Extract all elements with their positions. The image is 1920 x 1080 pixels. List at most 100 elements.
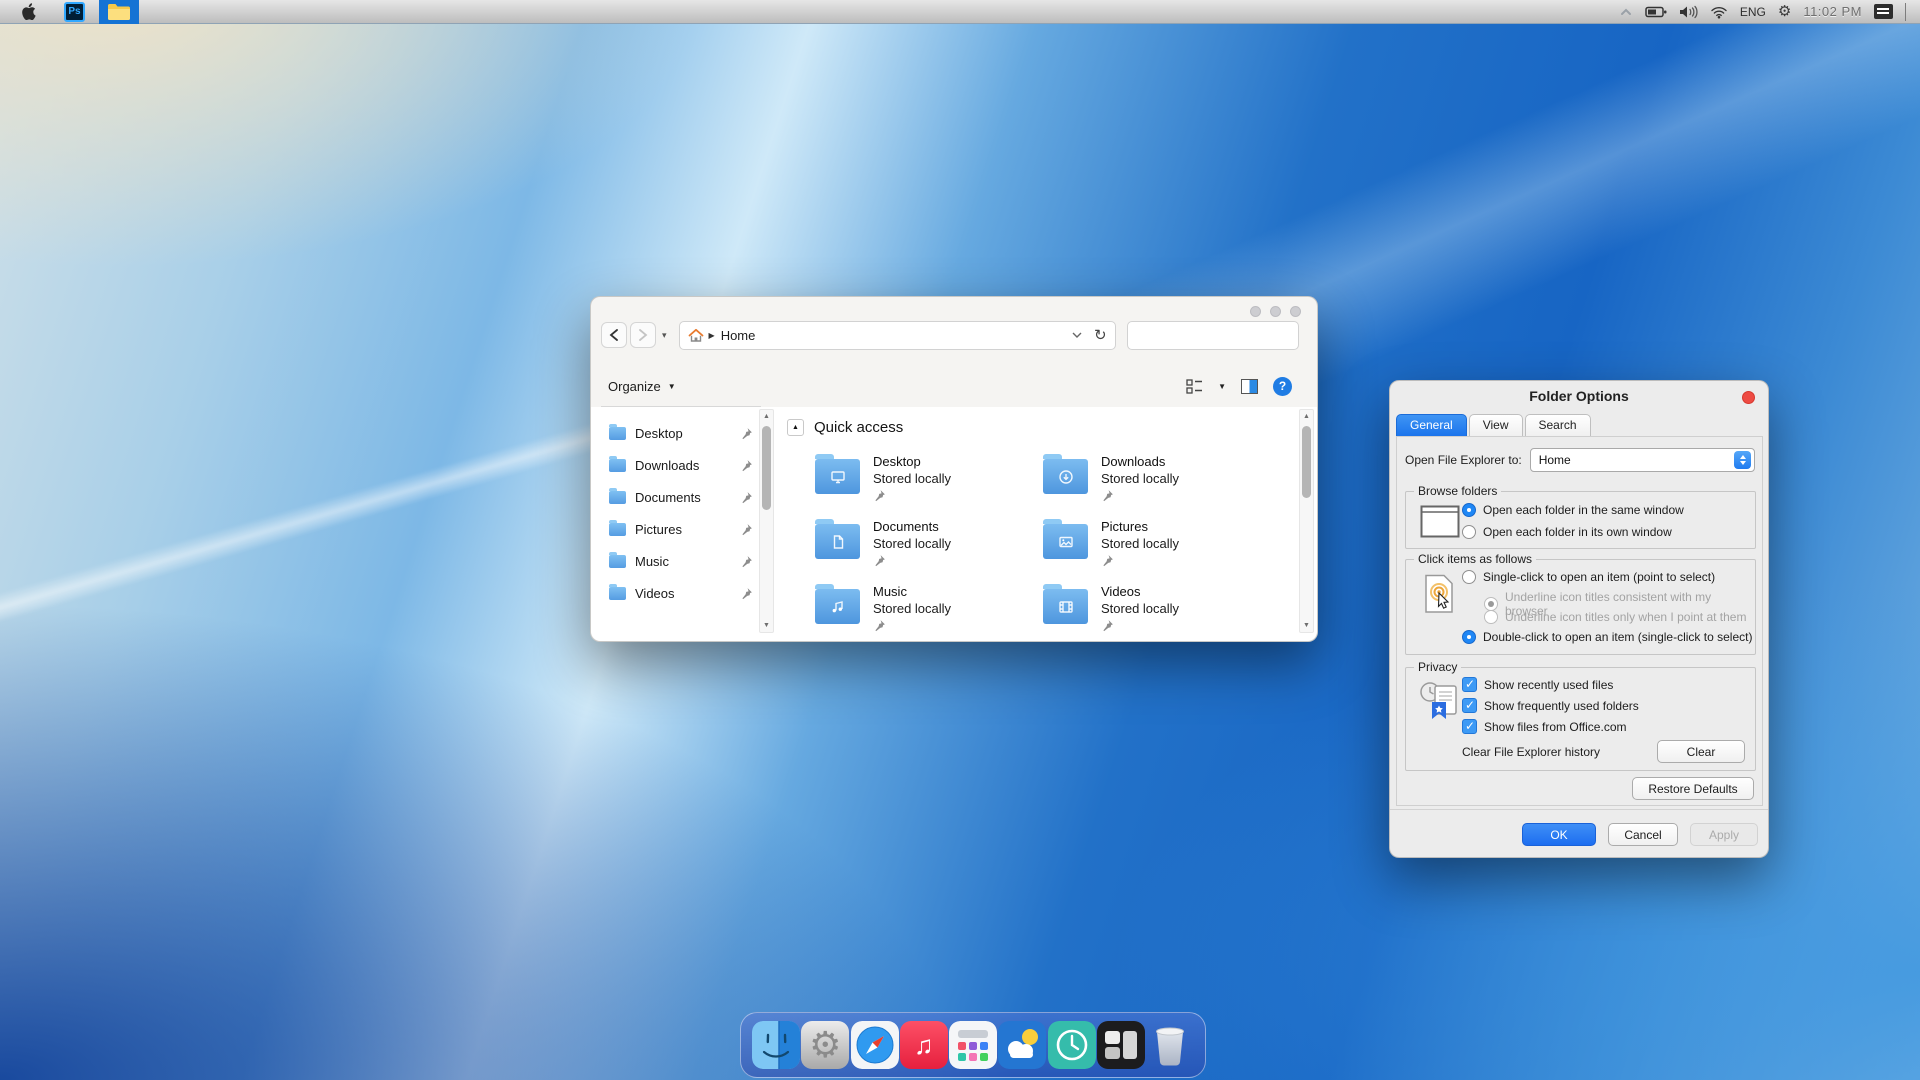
content-scrollbar[interactable]: ▲ ▼: [1299, 409, 1314, 633]
sidebar-item-videos[interactable]: Videos: [599, 577, 757, 609]
pin-icon[interactable]: [740, 491, 753, 504]
file-explorer-app-icon[interactable]: [99, 0, 139, 24]
apple-menu-icon[interactable]: [16, 3, 42, 20]
checkbox-recent-files[interactable]: Show recently used files: [1462, 677, 1613, 692]
breadcrumb[interactable]: Home: [721, 328, 756, 343]
checkbox-icon[interactable]: [1462, 698, 1477, 713]
close-button[interactable]: [1742, 391, 1755, 404]
search-box[interactable]: [1127, 321, 1299, 350]
pin-icon[interactable]: [740, 523, 753, 536]
pin-icon[interactable]: [740, 587, 753, 600]
radio-icon[interactable]: [1462, 503, 1476, 517]
scroll-up-arrow-icon[interactable]: ▲: [1300, 413, 1313, 420]
help-icon[interactable]: ?: [1273, 377, 1292, 396]
sidebar-item-downloads[interactable]: Downloads: [599, 449, 757, 481]
sidebar-item-desktop[interactable]: Desktop: [599, 417, 757, 449]
tile-subtitle: Stored locally: [1101, 535, 1179, 552]
forward-button[interactable]: [630, 322, 656, 348]
recent-locations-chevron-icon[interactable]: ▾: [662, 330, 667, 341]
tab-general[interactable]: General: [1396, 414, 1467, 437]
ok-button[interactable]: OK: [1522, 823, 1596, 846]
tile-downloads[interactable]: Downloads Stored locally: [1043, 453, 1271, 518]
open-to-value: Home: [1539, 453, 1571, 467]
explorer-body: Desktop Downloads Documents Pictures Mus: [591, 407, 1317, 641]
chevron-up-icon[interactable]: [1619, 5, 1633, 19]
scrollbar-thumb[interactable]: [1302, 426, 1311, 498]
address-dropdown-chevron-icon[interactable]: [1072, 332, 1082, 339]
pin-icon: [873, 554, 886, 567]
radio-same-window[interactable]: Open each folder in the same window: [1462, 503, 1684, 517]
address-bar[interactable]: ▶ Home ↻: [679, 321, 1116, 350]
tab-view[interactable]: View: [1469, 414, 1523, 437]
sidebar-scrollbar[interactable]: ▲ ▼: [759, 409, 774, 633]
checkbox-label: Show files from Office.com: [1484, 720, 1627, 734]
weather-icon[interactable]: [998, 1021, 1046, 1069]
folder-videos-icon: [1043, 589, 1088, 624]
open-to-select[interactable]: Home: [1530, 448, 1755, 472]
refresh-icon[interactable]: ↻: [1094, 326, 1107, 344]
scroll-down-arrow-icon[interactable]: ▼: [760, 622, 773, 629]
radio-single-click[interactable]: Single-click to open an item (point to s…: [1462, 570, 1715, 584]
back-button[interactable]: [601, 322, 627, 348]
tile-documents[interactable]: Documents Stored locally: [815, 518, 1043, 583]
action-center-icon[interactable]: [1874, 4, 1893, 19]
folder-icon: [609, 491, 626, 504]
tile-desktop[interactable]: Desktop Stored locally: [815, 453, 1043, 518]
sidebar-item-label: Music: [635, 554, 669, 569]
radio-icon[interactable]: [1462, 630, 1476, 644]
checkbox-frequent-folders[interactable]: Show frequently used folders: [1462, 698, 1639, 713]
pin-icon: [1101, 489, 1114, 502]
search-input[interactable]: [1136, 328, 1312, 343]
radio-icon[interactable]: [1462, 570, 1476, 584]
breadcrumb-arrow-icon: ▶: [709, 331, 715, 340]
tab-search[interactable]: Search: [1525, 414, 1591, 437]
tile-music[interactable]: Music Stored locally: [815, 583, 1043, 648]
checkbox-icon[interactable]: [1462, 677, 1477, 692]
language-indicator[interactable]: ENG: [1740, 5, 1766, 19]
pin-icon[interactable]: [740, 427, 753, 440]
view-layout-icon[interactable]: [1186, 379, 1203, 394]
music-icon[interactable]: ♫: [900, 1021, 948, 1069]
photoshop-app-icon[interactable]: Ps: [64, 2, 85, 22]
time-machine-icon[interactable]: [1048, 1021, 1096, 1069]
mission-control-icon[interactable]: [1097, 1021, 1145, 1069]
scroll-up-arrow-icon[interactable]: ▲: [760, 413, 773, 420]
quick-access-grid: Desktop Stored locally Downloads Stored …: [815, 453, 1271, 648]
preview-pane-icon[interactable]: [1241, 379, 1258, 394]
tile-pictures[interactable]: Pictures Stored locally: [1043, 518, 1271, 583]
sidebar-item-pictures[interactable]: Pictures: [599, 513, 757, 545]
sidebar-item-documents[interactable]: Documents: [599, 481, 757, 513]
window-dot-close[interactable]: [1250, 306, 1261, 317]
pin-icon[interactable]: [740, 555, 753, 568]
stepper-icon[interactable]: [1734, 451, 1751, 469]
checkbox-office-files[interactable]: Show files from Office.com: [1462, 719, 1627, 734]
volume-icon[interactable]: [1679, 5, 1698, 19]
collapse-section-button[interactable]: ▲: [787, 419, 804, 436]
restore-defaults-button[interactable]: Restore Defaults: [1632, 777, 1754, 800]
finder-icon[interactable]: [752, 1021, 800, 1069]
checkbox-icon[interactable]: [1462, 719, 1477, 734]
clear-button[interactable]: Clear: [1657, 740, 1745, 763]
trash-icon[interactable]: [1146, 1021, 1194, 1069]
window-dot-maximize[interactable]: [1290, 306, 1301, 317]
section-title[interactable]: Quick access: [814, 419, 903, 436]
launchpad-icon[interactable]: [949, 1021, 997, 1069]
radio-icon[interactable]: [1462, 525, 1476, 539]
settings-gear-icon[interactable]: ⚙: [1778, 4, 1791, 19]
radio-double-click[interactable]: Double-click to open an item (single-cli…: [1462, 630, 1752, 644]
scroll-down-arrow-icon[interactable]: ▼: [1300, 622, 1313, 629]
pin-icon[interactable]: [740, 459, 753, 472]
view-dropdown-caret-icon[interactable]: ▼: [1218, 382, 1226, 391]
radio-own-window[interactable]: Open each folder in its own window: [1462, 525, 1672, 539]
scrollbar-thumb[interactable]: [762, 426, 771, 510]
sidebar-item-music[interactable]: Music: [599, 545, 757, 577]
system-settings-icon[interactable]: ⚙: [801, 1021, 849, 1069]
battery-icon[interactable]: [1645, 5, 1667, 19]
cancel-button[interactable]: Cancel: [1608, 823, 1678, 846]
safari-icon[interactable]: [851, 1021, 899, 1069]
organize-menu[interactable]: Organize ▼: [608, 379, 676, 394]
browse-window-icon: [1420, 505, 1460, 538]
wifi-icon[interactable]: [1710, 5, 1728, 19]
tile-videos[interactable]: Videos Stored locally: [1043, 583, 1271, 648]
window-dot-minimize[interactable]: [1270, 306, 1281, 317]
